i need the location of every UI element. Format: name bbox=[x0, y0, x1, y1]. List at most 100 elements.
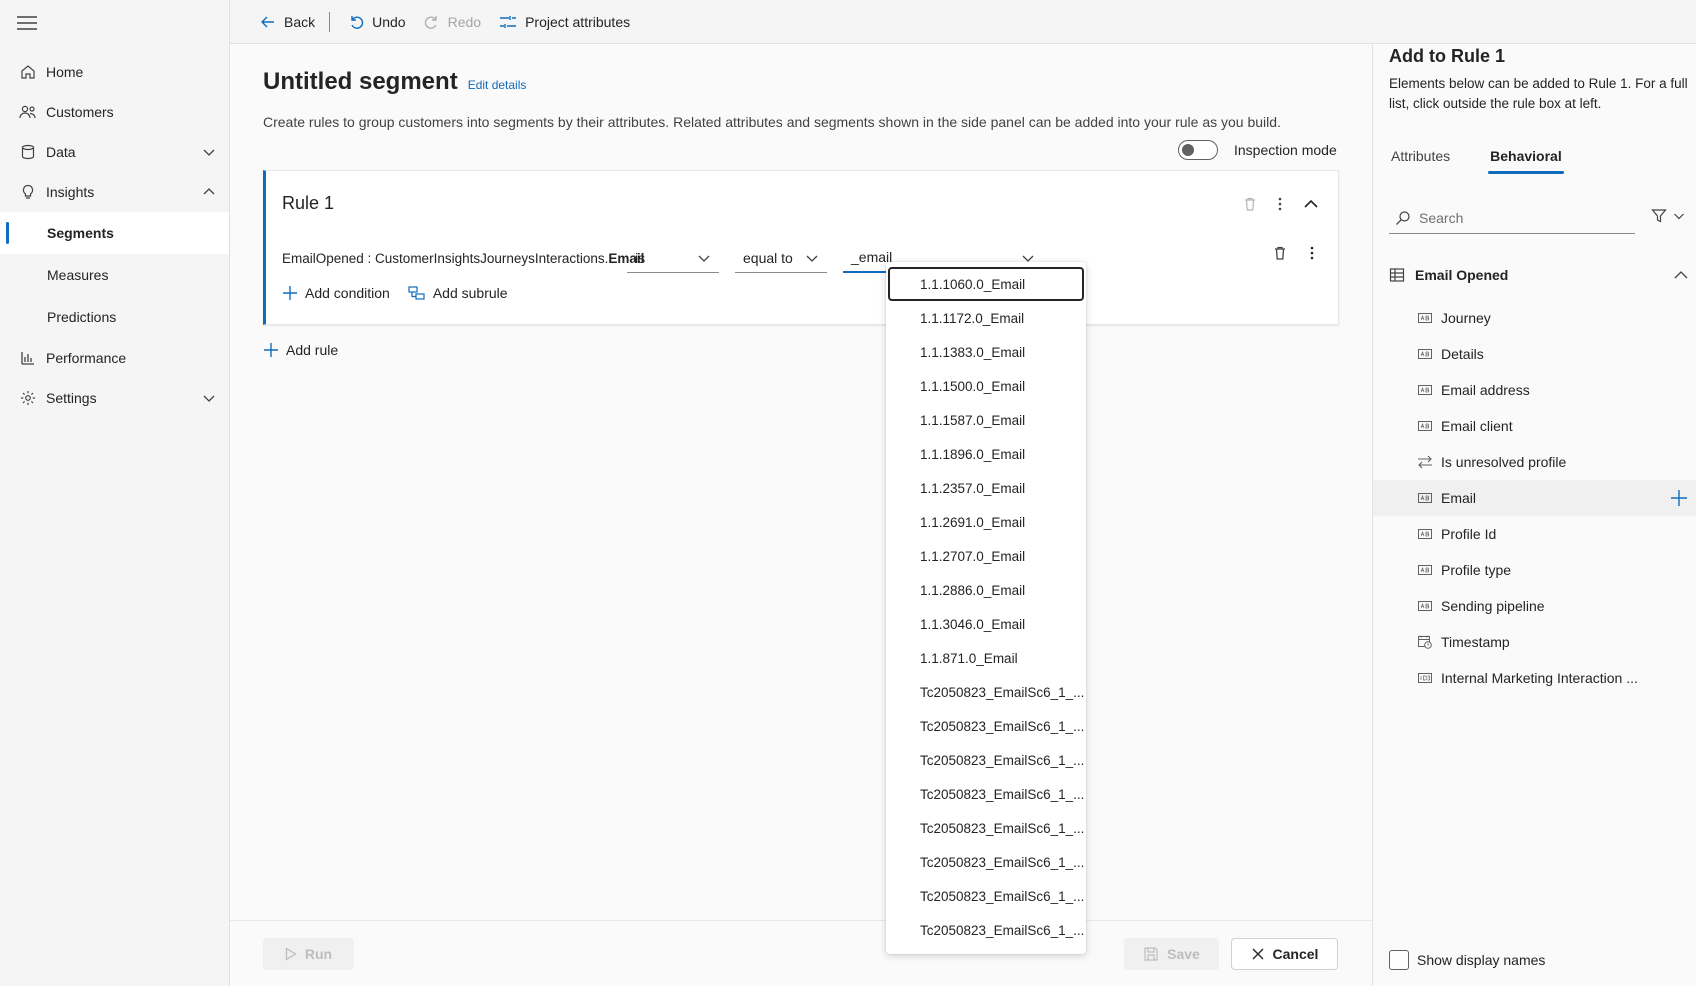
attribute-item[interactable]: Is unresolved profile bbox=[1373, 444, 1696, 480]
nav-label: Home bbox=[46, 64, 84, 80]
dropdown-option[interactable]: 1.1.2707.0_Email bbox=[888, 539, 1084, 573]
dropdown-option[interactable]: Tc2050823_EmailSc6_1_... bbox=[888, 777, 1084, 811]
nav-label: Data bbox=[46, 144, 76, 160]
condition-attribute[interactable]: EmailOpened : CustomerInsightsJourneysIn… bbox=[282, 251, 644, 266]
attribute-item[interactable]: Sending pipeline bbox=[1373, 588, 1696, 624]
dropdown-option[interactable]: Tc2050823_EmailSc6_1_... bbox=[888, 811, 1084, 845]
delete-condition-icon[interactable] bbox=[1272, 245, 1288, 261]
dropdown-option[interactable]: 1.1.2357.0_Email bbox=[888, 471, 1084, 505]
rule-card[interactable]: Rule 1 EmailOpened : CustomerInsightsJou… bbox=[263, 170, 1339, 325]
nav-label: Customers bbox=[46, 104, 114, 120]
dropdown-option[interactable]: 1.1.1500.0_Email bbox=[888, 369, 1084, 403]
nav-item-segments[interactable]: Segments bbox=[0, 212, 229, 254]
group-email-opened[interactable]: Email Opened bbox=[1389, 260, 1689, 290]
cancel-button[interactable]: Cancel bbox=[1231, 938, 1338, 970]
nav-label: Measures bbox=[47, 267, 109, 283]
text-field-icon bbox=[1417, 418, 1433, 434]
dropdown-option[interactable]: 1.1.1587.0_Email bbox=[888, 403, 1084, 437]
attribute-item[interactable]: Email client bbox=[1373, 408, 1696, 444]
plus-icon bbox=[264, 343, 278, 357]
attribute-item[interactable]: Profile Id bbox=[1373, 516, 1696, 552]
chevron-down-icon[interactable] bbox=[201, 144, 217, 160]
add-condition-label: Add condition bbox=[305, 285, 390, 301]
subrule-icon bbox=[408, 286, 425, 300]
dropdown-option[interactable]: Tc2050823_EmailSc6_1_... bbox=[888, 845, 1084, 879]
dropdown-option[interactable]: Tc2050823_EmailSc6_1_... bbox=[888, 675, 1084, 709]
attribute-item[interactable]: Timestamp bbox=[1373, 624, 1696, 660]
inspection-mode-toggle[interactable] bbox=[1178, 140, 1218, 160]
dropdown-option[interactable]: 1.1.1060.0_Email bbox=[888, 267, 1084, 301]
run-button[interactable]: Run bbox=[263, 938, 354, 970]
attribute-label: Profile type bbox=[1441, 562, 1512, 578]
gear-icon bbox=[19, 389, 37, 407]
dropdown-option[interactable]: 1.1.1172.0_Email bbox=[888, 301, 1084, 335]
chevron-down-icon[interactable] bbox=[201, 390, 217, 406]
chevron-up-icon[interactable] bbox=[201, 184, 217, 200]
edit-details-link[interactable]: Edit details bbox=[468, 78, 527, 92]
attribute-item[interactable]: Details bbox=[1373, 336, 1696, 372]
attribute-item[interactable]: Internal Marketing Interaction ... bbox=[1373, 660, 1696, 696]
show-display-names-checkbox[interactable]: Show display names bbox=[1389, 950, 1545, 970]
dropdown-option[interactable]: 1.1.871.0_Email bbox=[888, 641, 1084, 675]
redo-button[interactable]: Redo bbox=[424, 7, 481, 37]
nav-item-home[interactable]: Home bbox=[0, 52, 229, 92]
delete-rule-icon[interactable] bbox=[1242, 196, 1258, 212]
more-options-icon[interactable] bbox=[1272, 196, 1288, 212]
dropdown-option[interactable]: Tc2050823_EmailSc6_1_... bbox=[888, 709, 1084, 743]
home-icon bbox=[19, 63, 37, 81]
condition-more-options-icon[interactable] bbox=[1304, 245, 1320, 261]
attribute-label: Sending pipeline bbox=[1441, 598, 1545, 614]
chevron-down-icon bbox=[1674, 213, 1684, 220]
nav-item-predictions[interactable]: Predictions bbox=[0, 296, 229, 338]
chevron-up-icon[interactable] bbox=[1673, 267, 1689, 283]
attribute-item[interactable]: Email bbox=[1373, 480, 1696, 516]
value-dropdown-list: 1.1.1060.0_Email 1.1.1172.0_Email 1.1.13… bbox=[886, 262, 1086, 954]
dropdown-option[interactable]: 1.1.3046.0_Email bbox=[888, 607, 1084, 641]
hamburger-menu-icon[interactable] bbox=[16, 14, 38, 32]
nav-item-measures[interactable]: Measures bbox=[0, 254, 229, 296]
attribute-item[interactable]: Journey bbox=[1373, 300, 1696, 336]
undo-button[interactable]: Undo bbox=[348, 7, 406, 37]
calendar-clock-icon bbox=[1417, 634, 1433, 650]
search-input[interactable] bbox=[1419, 209, 1619, 226]
dropdown-option[interactable]: 1.1.1896.0_Email bbox=[888, 437, 1084, 471]
dropdown-option[interactable]: Tc2050823_EmailSc6_1_... bbox=[888, 879, 1084, 913]
attribute-item[interactable]: Profile type bbox=[1373, 552, 1696, 588]
collapse-rule-icon[interactable] bbox=[1302, 195, 1320, 213]
attribute-item[interactable]: Email address bbox=[1373, 372, 1696, 408]
tab-attributes[interactable]: Attributes bbox=[1389, 144, 1452, 174]
text-field-icon bbox=[1417, 382, 1433, 398]
add-subrule-button[interactable]: Add subrule bbox=[408, 285, 508, 301]
dropdown-option[interactable]: Tc2050823_EmailSc6_1_... bbox=[888, 913, 1084, 947]
panel-description: Elements below can be added to Rule 1. F… bbox=[1389, 76, 1688, 111]
condition-row: EmailOpened : CustomerInsightsJourneysIn… bbox=[282, 243, 1338, 279]
filter-button[interactable] bbox=[1651, 208, 1685, 224]
add-condition-button[interactable]: Add condition bbox=[282, 285, 390, 301]
checkbox-box[interactable] bbox=[1389, 950, 1409, 970]
save-label: Save bbox=[1167, 946, 1200, 962]
inspection-mode-toggle-group: Inspection mode bbox=[1178, 140, 1337, 160]
project-attributes-button[interactable]: Project attributes bbox=[499, 7, 630, 37]
toolbar-divider bbox=[329, 11, 331, 32]
tab-behavioral[interactable]: Behavioral bbox=[1488, 144, 1564, 174]
nav-item-performance[interactable]: Performance bbox=[0, 338, 229, 378]
add-to-rule-panel: Add to Rule 1 Elements below can be adde… bbox=[1372, 44, 1696, 986]
dropdown-option[interactable]: 1.1.1383.0_Email bbox=[888, 335, 1084, 369]
nav-item-insights[interactable]: Insights bbox=[0, 172, 229, 212]
add-to-rule-plus-icon[interactable] bbox=[1670, 489, 1688, 507]
back-button[interactable]: Back bbox=[260, 7, 315, 37]
nav-item-settings[interactable]: Settings bbox=[0, 378, 229, 418]
show-display-names-label: Show display names bbox=[1417, 952, 1546, 968]
nav-item-data[interactable]: Data bbox=[0, 132, 229, 172]
nav-label: Segments bbox=[47, 225, 114, 241]
is-operator-dropdown[interactable]: is bbox=[627, 243, 719, 273]
dropdown-option[interactable]: Tc2050823_EmailSc6_1_... bbox=[888, 743, 1084, 777]
redo-label: Redo bbox=[447, 13, 482, 30]
dropdown-option[interactable]: 1.1.2691.0_Email bbox=[888, 505, 1084, 539]
redo-icon bbox=[424, 15, 437, 29]
add-rule-button[interactable]: Add rule bbox=[263, 342, 338, 358]
comparison-operator-dropdown[interactable]: equal to bbox=[735, 243, 827, 273]
nav-item-customers[interactable]: Customers bbox=[0, 92, 229, 132]
dropdown-option[interactable]: 1.1.2886.0_Email bbox=[888, 573, 1084, 607]
save-button[interactable]: Save bbox=[1124, 938, 1219, 970]
